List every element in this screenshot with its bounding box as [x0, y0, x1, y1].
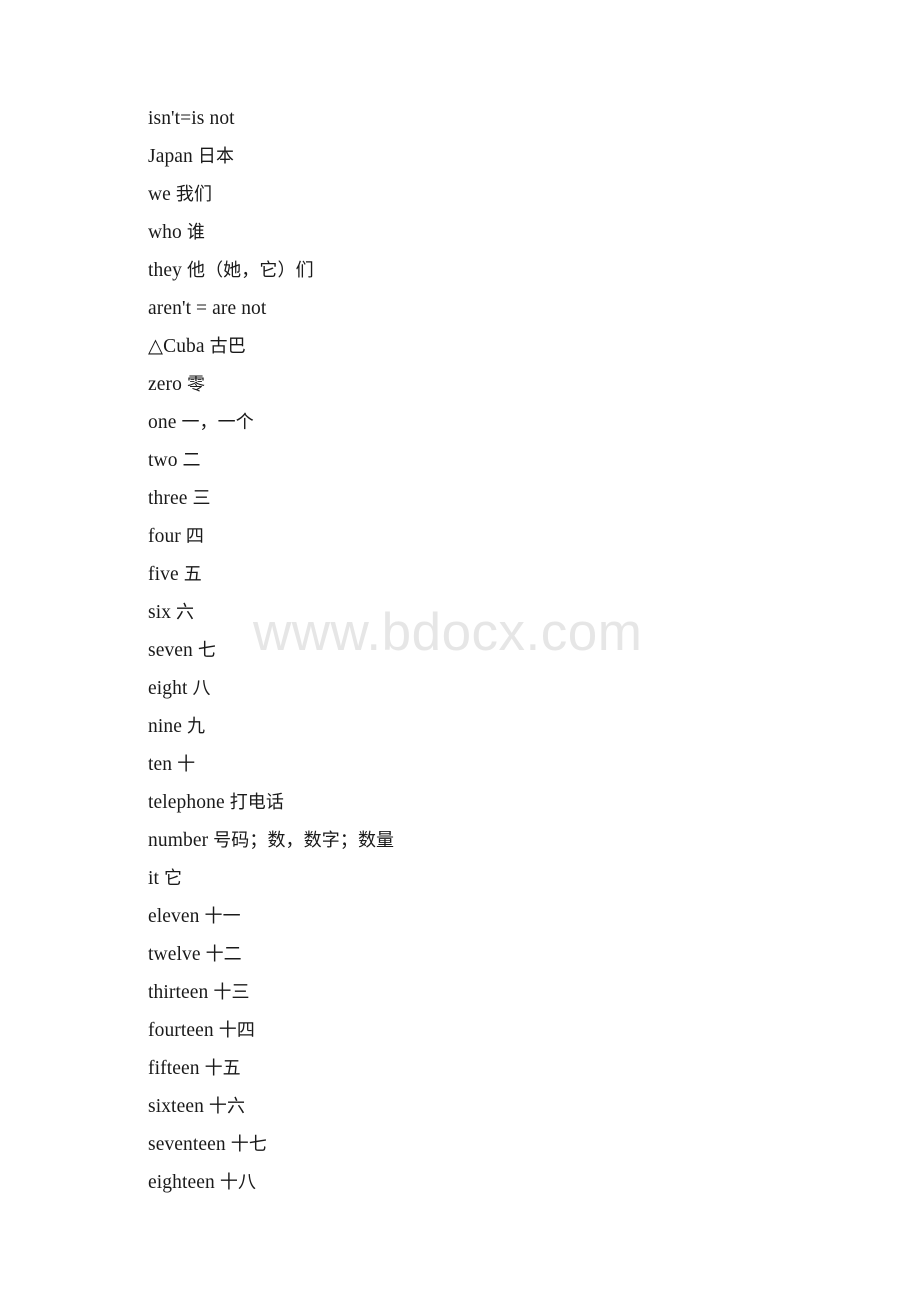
vocabulary-line: who 谁	[148, 214, 848, 252]
vocabulary-term-english: ten	[148, 754, 173, 775]
vocabulary-line: three 三	[148, 480, 848, 518]
vocabulary-term-english: who	[148, 222, 182, 243]
vocabulary-line: five 五	[148, 556, 848, 594]
vocabulary-term-chinese: 我们	[175, 184, 213, 205]
vocabulary-line: they 他（她，它）们	[148, 252, 848, 290]
vocabulary-term-chinese: 十七	[230, 1134, 267, 1155]
vocabulary-term-english: they	[148, 260, 182, 281]
vocabulary-line: aren't = are not	[148, 290, 848, 328]
vocabulary-term-chinese: 六	[176, 602, 195, 623]
vocabulary-term-chinese: 十	[177, 754, 196, 775]
vocabulary-line: twelve 十二	[148, 936, 848, 974]
vocabulary-line: number 号码；数，数字；数量	[148, 822, 848, 860]
vocabulary-term-english: it	[148, 868, 160, 889]
vocabulary-term-english: seven	[148, 640, 193, 661]
vocabulary-line: ten 十	[148, 746, 848, 784]
vocabulary-term-chinese: 他（她，它）们	[186, 260, 314, 281]
vocabulary-line: seven 七	[148, 632, 848, 670]
vocabulary-line: Japan 日本	[148, 138, 848, 176]
vocabulary-term-english: zero	[148, 374, 182, 395]
vocabulary-term-english: telephone	[148, 792, 225, 813]
vocabulary-line: eleven 十一	[148, 898, 848, 936]
vocabulary-term-chinese: 一，一个	[181, 412, 254, 433]
vocabulary-term-chinese: 打电话	[229, 792, 284, 813]
vocabulary-term-chinese: 日本	[197, 146, 235, 167]
vocabulary-term-chinese: 十三	[213, 982, 250, 1003]
vocabulary-term-english: fourteen	[148, 1020, 214, 1041]
vocabulary-line: thirteen 十三	[148, 974, 848, 1012]
vocabulary-line: isn't=is not	[148, 100, 848, 138]
vocabulary-term-english: number	[148, 830, 209, 851]
vocabulary-line: sixteen 十六	[148, 1088, 848, 1126]
vocabulary-line: fifteen 十五	[148, 1050, 848, 1088]
vocabulary-term-english: four	[148, 526, 181, 547]
vocabulary-line: fourteen 十四	[148, 1012, 848, 1050]
vocabulary-term-english: nine	[148, 716, 182, 737]
vocabulary-line: △Cuba 古巴	[148, 328, 848, 366]
vocabulary-line: eight 八	[148, 670, 848, 708]
vocabulary-term-english: isn't=is not	[148, 108, 235, 129]
vocabulary-line: zero 零	[148, 366, 848, 404]
vocabulary-line: two 二	[148, 442, 848, 480]
vocabulary-term-english: three	[148, 488, 188, 509]
vocabulary-term-chinese: 十四	[218, 1020, 255, 1041]
vocabulary-term-chinese: 零	[186, 374, 206, 395]
vocabulary-line: one 一，一个	[148, 404, 848, 442]
vocabulary-term-english: twelve	[148, 944, 201, 965]
vocabulary-line: it 它	[148, 860, 848, 898]
document-page: www.bdocx.com isn't=is not Japan 日本 we 我们 w…	[0, 0, 920, 1302]
vocabulary-term-chinese: 古巴	[209, 336, 246, 357]
vocabulary-term-chinese: 四	[185, 526, 204, 547]
vocabulary-term-english: eighteen	[148, 1172, 215, 1193]
vocabulary-term-chinese: 十五	[204, 1058, 241, 1079]
vocabulary-line: nine 九	[148, 708, 848, 746]
vocabulary-term-chinese: 它	[164, 868, 183, 889]
vocabulary-term-chinese: 谁	[186, 222, 205, 243]
vocabulary-line: seventeen 十七	[148, 1126, 848, 1164]
vocabulary-term-english: two	[148, 450, 178, 471]
vocabulary-line: eighteen 十八	[148, 1164, 848, 1202]
vocabulary-term-chinese: 八	[192, 678, 211, 699]
vocabulary-term-chinese: 三	[192, 488, 211, 509]
vocabulary-term-english: fifteen	[148, 1058, 200, 1079]
vocabulary-term-chinese: 号码；数，数字；数量	[213, 830, 395, 851]
vocabulary-term-english: eleven	[148, 906, 200, 927]
vocabulary-term-chinese: 七	[197, 640, 216, 661]
vocabulary-line: six 六	[148, 594, 848, 632]
vocabulary-line: telephone 打电话	[148, 784, 848, 822]
vocabulary-term-english: △Cuba	[148, 336, 205, 357]
vocabulary-term-english: eight	[148, 678, 188, 699]
vocabulary-list: isn't=is not Japan 日本 we 我们 who 谁 they 他（她，它…	[148, 100, 848, 1202]
vocabulary-term-chinese: 九	[186, 716, 206, 737]
vocabulary-term-english: five	[148, 564, 179, 585]
vocabulary-term-english: aren't = are not	[148, 298, 267, 319]
vocabulary-term-chinese: 二	[182, 450, 201, 471]
vocabulary-term-chinese: 十二	[205, 944, 242, 965]
vocabulary-term-english: one	[148, 412, 177, 433]
vocabulary-term-english: thirteen	[148, 982, 209, 1003]
vocabulary-line: four 四	[148, 518, 848, 556]
vocabulary-term-english: seventeen	[148, 1134, 226, 1155]
vocabulary-term-chinese: 五	[183, 564, 202, 585]
vocabulary-term-chinese: 十六	[208, 1096, 246, 1117]
vocabulary-term-chinese: 十八	[219, 1172, 257, 1193]
vocabulary-term-english: we	[148, 184, 171, 205]
vocabulary-term-english: six	[148, 602, 172, 623]
vocabulary-term-english: Japan	[148, 146, 193, 167]
vocabulary-line: we 我们	[148, 176, 848, 214]
vocabulary-term-chinese: 十一	[204, 906, 241, 927]
vocabulary-term-english: sixteen	[148, 1096, 204, 1117]
